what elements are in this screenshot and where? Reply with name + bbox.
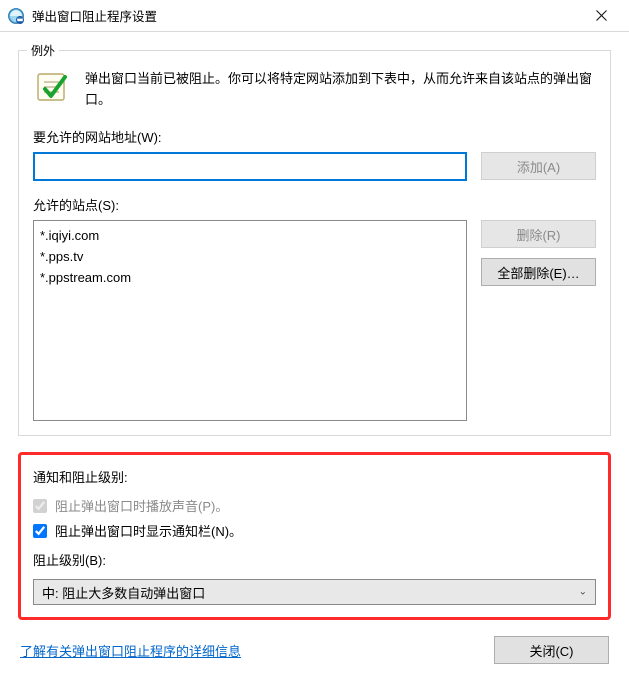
- block-level-value: 中: 阻止大多数自动弹出窗口: [42, 583, 205, 602]
- exceptions-group: 例外 弹出窗口当前已被阻止。你可以将特定网站添加到下表中，从而允许来自该站点的弹…: [18, 50, 611, 436]
- intro-text: 弹出窗口当前已被阻止。你可以将特定网站添加到下表中，从而允许来自该站点的弹出窗口…: [85, 69, 596, 111]
- popup-blocker-icon: [8, 8, 24, 24]
- notifications-heading: 通知和阻止级别:: [33, 467, 596, 486]
- remove-all-button[interactable]: 全部删除(E)…: [481, 258, 596, 286]
- dialog-footer: 了解有关弹出窗口阻止程序的详细信息 关闭(C): [0, 620, 629, 678]
- address-label: 要允许的网站地址(W):: [33, 127, 596, 146]
- close-icon: [596, 10, 607, 21]
- close-button[interactable]: 关闭(C): [494, 636, 609, 664]
- show-bar-row: 阻止弹出窗口时显示通知栏(N)。: [33, 521, 596, 540]
- window-title: 弹出窗口阻止程序设置: [32, 6, 579, 25]
- dialog-content: 例外 弹出窗口当前已被阻止。你可以将特定网站添加到下表中，从而允许来自该站点的弹…: [0, 32, 629, 620]
- address-input[interactable]: [33, 152, 467, 181]
- show-bar-checkbox[interactable]: [33, 524, 47, 538]
- remove-button[interactable]: 删除(R): [481, 220, 596, 248]
- intro-row: 弹出窗口当前已被阻止。你可以将特定网站添加到下表中，从而允许来自该站点的弹出窗口…: [33, 69, 596, 113]
- notifications-section: 通知和阻止级别: 阻止弹出窗口时播放声音(P)。 阻止弹出窗口时显示通知栏(N)…: [18, 452, 611, 620]
- add-button[interactable]: 添加(A): [481, 152, 596, 180]
- play-sound-row: 阻止弹出窗口时播放声音(P)。: [33, 496, 596, 515]
- title-bar: 弹出窗口阻止程序设置: [0, 0, 629, 32]
- list-item[interactable]: *.ppstream.com: [40, 267, 460, 288]
- allowed-sites-listbox[interactable]: *.iqiyi.com*.pps.tv*.ppstream.com: [33, 220, 467, 421]
- exceptions-legend: 例外: [27, 42, 59, 59]
- list-item[interactable]: *.pps.tv: [40, 246, 460, 267]
- play-sound-label: 阻止弹出窗口时播放声音(P)。: [55, 496, 228, 515]
- show-bar-label: 阻止弹出窗口时显示通知栏(N)。: [55, 521, 242, 540]
- chevron-down-icon: ⌄: [579, 587, 587, 598]
- block-level-label: 阻止级别(B):: [33, 550, 596, 569]
- allowed-sites-label: 允许的站点(S):: [33, 195, 596, 214]
- checklist-icon: [35, 71, 69, 105]
- window-close-button[interactable]: [579, 2, 623, 30]
- list-item[interactable]: *.iqiyi.com: [40, 225, 460, 246]
- block-level-dropdown[interactable]: 中: 阻止大多数自动弹出窗口 ⌄: [33, 579, 596, 605]
- play-sound-checkbox[interactable]: [33, 499, 47, 513]
- more-info-link[interactable]: 了解有关弹出窗口阻止程序的详细信息: [20, 641, 241, 660]
